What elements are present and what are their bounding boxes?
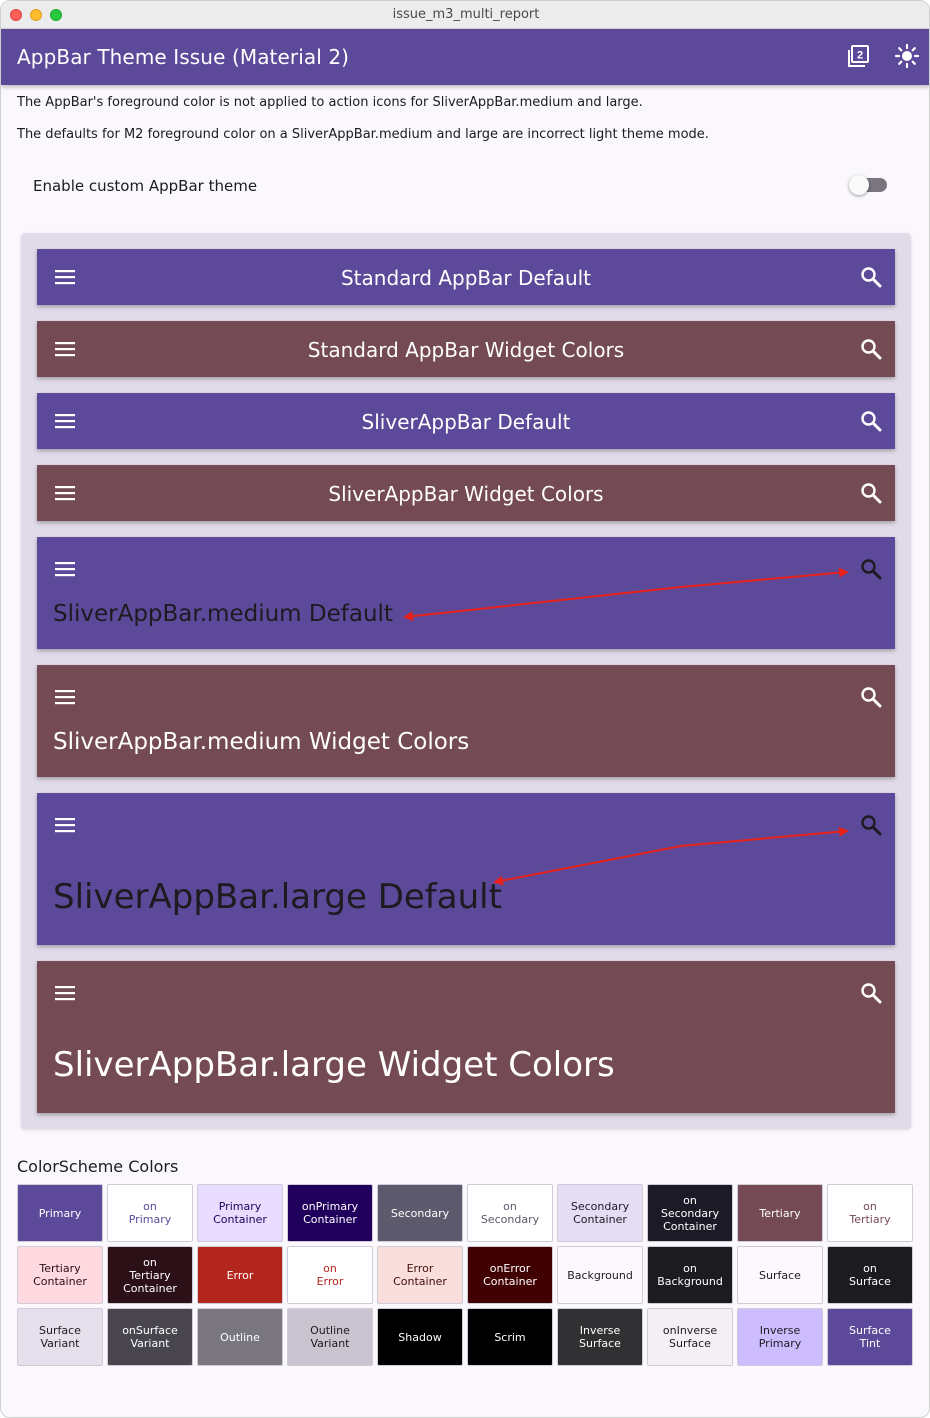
color-swatch: Shadow [377,1308,463,1366]
color-swatch: Inverse Surface [557,1308,643,1366]
custom-theme-toggle-label: Enable custom AppBar theme [33,177,258,195]
menu-icon[interactable] [54,558,76,580]
color-swatch: onSurface Variant [107,1308,193,1366]
bar-title: SliverAppBar.large Widget Colors [53,1045,615,1085]
standard-appbar-default: Standard AppBar Default [37,249,895,305]
search-icon[interactable] [860,266,882,288]
bar-title: Standard AppBar Widget Colors [307,338,625,362]
app-bar-title: AppBar Theme Issue (Material 2) [17,45,350,69]
description-line-2: The defaults for M2 foreground color on … [17,127,709,142]
color-swatch: Tertiary Container [17,1246,103,1304]
search-icon[interactable] [860,410,882,432]
sliver-appbar-large-widget-colors: SliverAppBar.large Widget Colors [37,961,895,1113]
search-icon[interactable] [860,982,882,1004]
description-line-1: The AppBar's foreground color is not app… [17,95,643,110]
color-swatch: Surface Variant [17,1308,103,1366]
color-swatch: Scrim [467,1308,553,1366]
bar-title: SliverAppBar.medium Widget Colors [53,729,470,755]
sliver-appbar-large-default: SliverAppBar.large Default [37,793,895,945]
color-swatch: Error Container [377,1246,463,1304]
color-swatch: Surface [737,1246,823,1304]
color-swatch: Error [197,1246,283,1304]
color-swatch: onError Container [467,1246,553,1304]
color-swatch: on Surface [827,1246,913,1304]
sliver-appbar-medium-widget-colors: SliverAppBar.medium Widget Colors [37,665,895,777]
theme-mode-icon[interactable] [894,43,920,69]
sliver-appbar-default: SliverAppBar Default [37,393,895,449]
menu-icon[interactable] [54,814,76,836]
color-swatch: Secondary [377,1184,463,1242]
bar-title: SliverAppBar.medium Default [53,601,393,627]
color-swatch: on Background [647,1246,733,1304]
color-swatch: on Primary [107,1184,193,1242]
color-swatch: Primary Container [197,1184,283,1242]
color-swatch: Outline Variant [287,1308,373,1366]
color-swatch: onPrimary Container [287,1184,373,1242]
window-title: issue_m3_multi_report [392,7,540,22]
color-swatch: on Secondary [467,1184,553,1242]
color-swatch: on Tertiary [827,1184,913,1242]
color-swatch: Surface Tint [827,1308,913,1366]
standard-appbar-widget-colors: Standard AppBar Widget Colors [37,321,895,377]
search-icon[interactable] [860,482,882,504]
custom-theme-switch[interactable] [849,175,869,195]
search-icon[interactable] [860,686,882,708]
color-swatch: onInverse Surface [647,1308,733,1366]
menu-icon[interactable] [54,686,76,708]
bar-title: SliverAppBar Default [361,410,571,434]
search-icon[interactable] [860,814,882,836]
color-swatch: Primary [17,1184,103,1242]
main-app-bar: AppBar Theme Issue (Material 2) 2 [1,29,929,85]
color-swatch: Inverse Primary [737,1308,823,1366]
color-swatch: Tertiary [737,1184,823,1242]
colorscheme-heading: ColorScheme Colors [17,1157,179,1176]
color-swatch: Secondary Container [557,1184,643,1242]
sliver-appbar-medium-default: SliverAppBar.medium Default [37,537,895,649]
search-icon[interactable] [860,558,882,580]
search-icon[interactable] [860,338,882,360]
custom-theme-toggle-row[interactable]: Enable custom AppBar theme [1,165,929,205]
color-swatch: Background [557,1246,643,1304]
svg-text:2: 2 [857,50,863,62]
color-swatch: Outline [197,1308,283,1366]
color-swatch: on Secondary Container [647,1184,733,1242]
sliver-appbar-widget-colors: SliverAppBar Widget Colors [37,465,895,521]
dashboard-icon[interactable]: 2 [846,43,872,69]
color-swatch: on Tertiary Container [107,1246,193,1304]
menu-icon[interactable] [54,982,76,1004]
app-window: issue_m3_multi_report AppBar Theme Issue… [0,0,930,1418]
bar-title: SliverAppBar.large Default [53,877,502,917]
color-swatch: on Error [287,1246,373,1304]
window-titlebar: issue_m3_multi_report [1,1,929,29]
bar-title: SliverAppBar Widget Colors [328,482,604,506]
bar-title: Standard AppBar Default [340,266,592,290]
